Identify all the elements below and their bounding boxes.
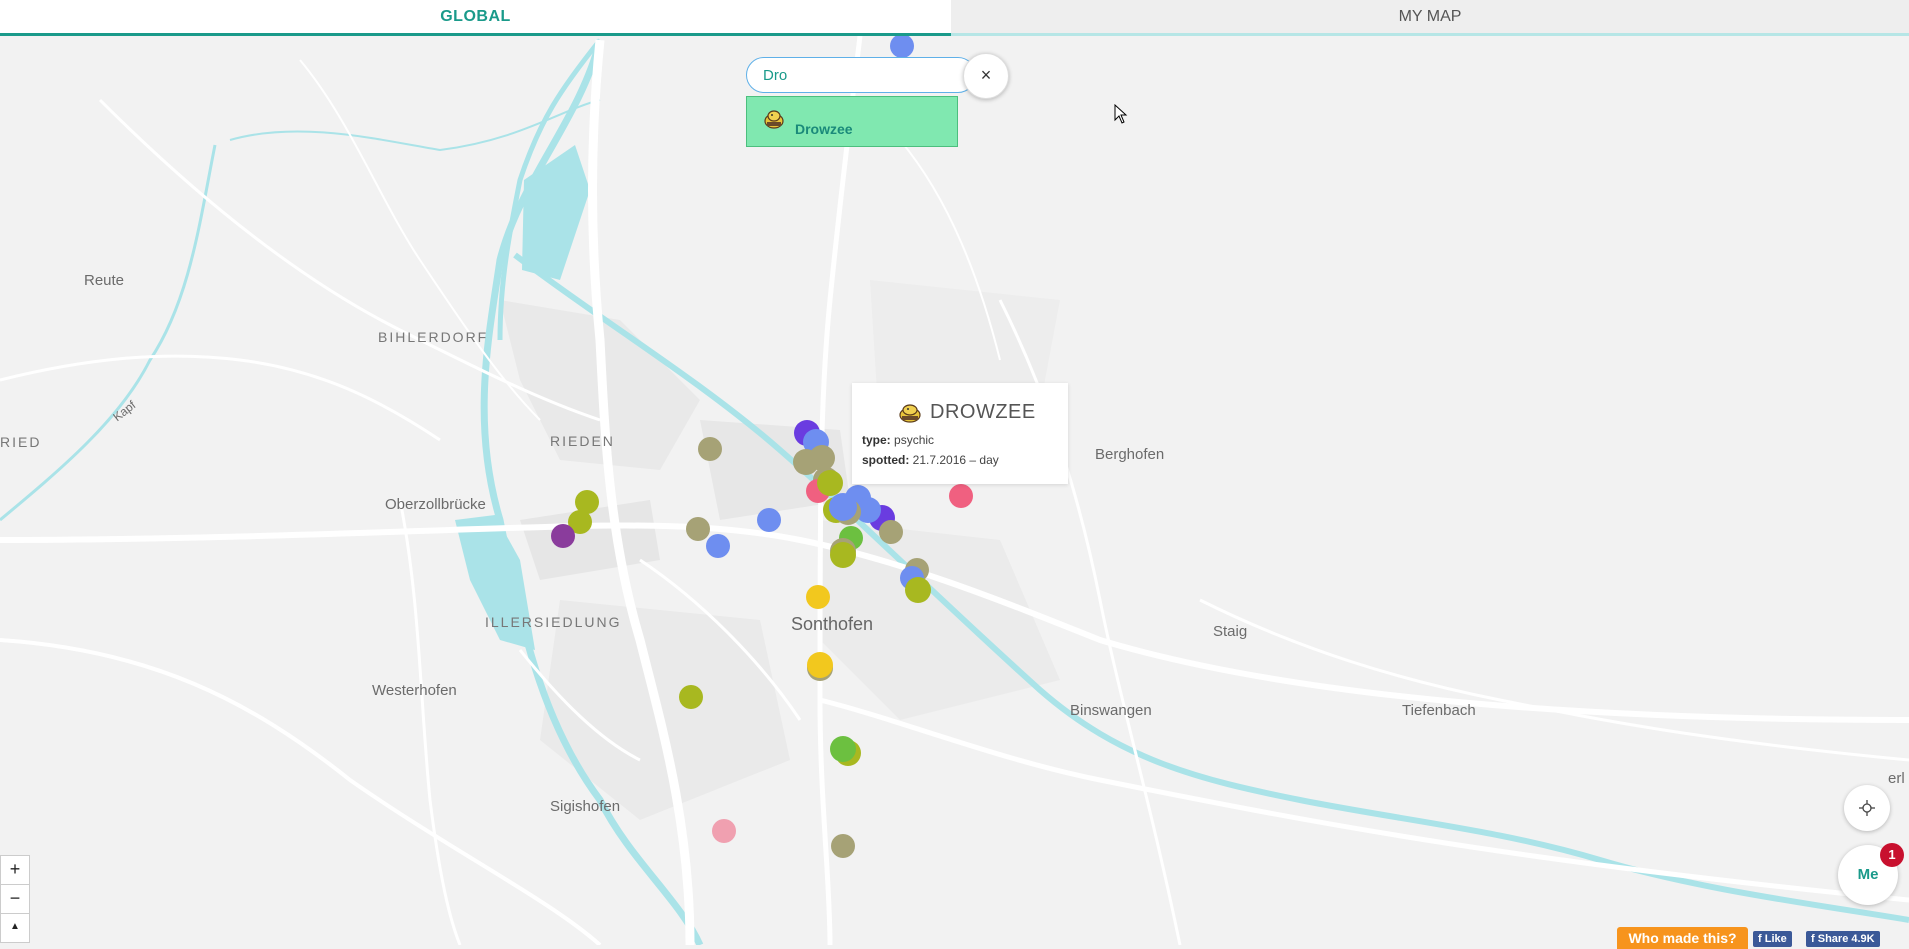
reset-north-button[interactable]: ▲: [0, 913, 30, 943]
pokemon-marker[interactable]: [817, 470, 843, 496]
map-canvas[interactable]: Reute BIHLERDORF RIED Kapf RIEDEN Oberzo…: [0, 36, 1909, 945]
pokemon-marker[interactable]: [686, 517, 710, 541]
pokemon-marker[interactable]: [829, 493, 857, 521]
pokemon-marker[interactable]: [757, 508, 781, 532]
pokemon-marker[interactable]: [698, 437, 722, 461]
pokemon-marker[interactable]: [890, 36, 914, 58]
zoom-out-button[interactable]: −: [0, 884, 30, 914]
facebook-share-label: Share 4.9K: [1817, 933, 1875, 945]
pokemon-marker[interactable]: [949, 484, 973, 508]
pokemon-marker[interactable]: [831, 834, 855, 858]
popup-type-row: type: psychic: [862, 433, 934, 447]
mouse-cursor-icon: [1114, 104, 1128, 124]
close-search-button[interactable]: ×: [963, 53, 1009, 99]
pokemon-marker[interactable]: [879, 520, 903, 544]
pokemon-marker[interactable]: [706, 534, 730, 558]
pokemon-marker[interactable]: [679, 685, 703, 709]
locate-button[interactable]: [1844, 785, 1890, 831]
pokemon-marker[interactable]: [807, 652, 833, 678]
notification-badge: 1: [1880, 843, 1904, 867]
tab-global[interactable]: GLOBAL: [0, 0, 951, 36]
pokemon-marker[interactable]: [712, 819, 736, 843]
drowzee-sprite-icon: [764, 110, 784, 129]
zoom-in-button[interactable]: +: [0, 855, 30, 885]
popup-type-value: psychic: [894, 433, 935, 447]
suggestion-label: Drowzee: [795, 121, 853, 137]
facebook-icon: f: [1811, 933, 1815, 945]
search-bar: ×: [746, 53, 1009, 99]
tab-bar: GLOBAL MY MAP: [0, 0, 1909, 36]
drowzee-sprite-icon: [899, 404, 921, 423]
pokemon-info-popup: DROWZEE type: psychic spotted: 21.7.2016…: [852, 383, 1068, 484]
pokemon-marker[interactable]: [830, 736, 856, 762]
pokemon-marker[interactable]: [830, 542, 856, 568]
pokemon-marker[interactable]: [551, 524, 575, 548]
popup-spotted-value: 21.7.2016 – day: [912, 453, 999, 467]
popup-spotted-row: spotted: 21.7.2016 – day: [862, 453, 999, 467]
popup-spotted-label: spotted:: [862, 453, 910, 467]
who-made-this-button[interactable]: Who made this?: [1617, 927, 1748, 949]
facebook-icon: f: [1758, 933, 1762, 945]
crosshair-icon: [1859, 799, 1875, 816]
suggestion-item-drowzee[interactable]: Drowzee: [746, 96, 958, 147]
tab-my-map[interactable]: MY MAP: [951, 0, 1909, 36]
pokemon-marker[interactable]: [905, 577, 931, 603]
pokemon-marker[interactable]: [806, 585, 830, 609]
facebook-like-label: Like: [1764, 933, 1787, 945]
marker-layer: [551, 36, 973, 858]
popup-title: DROWZEE: [930, 401, 1036, 423]
popup-type-label: type:: [862, 433, 891, 447]
search-input[interactable]: [746, 57, 976, 93]
pokemon-marker[interactable]: [809, 445, 835, 471]
